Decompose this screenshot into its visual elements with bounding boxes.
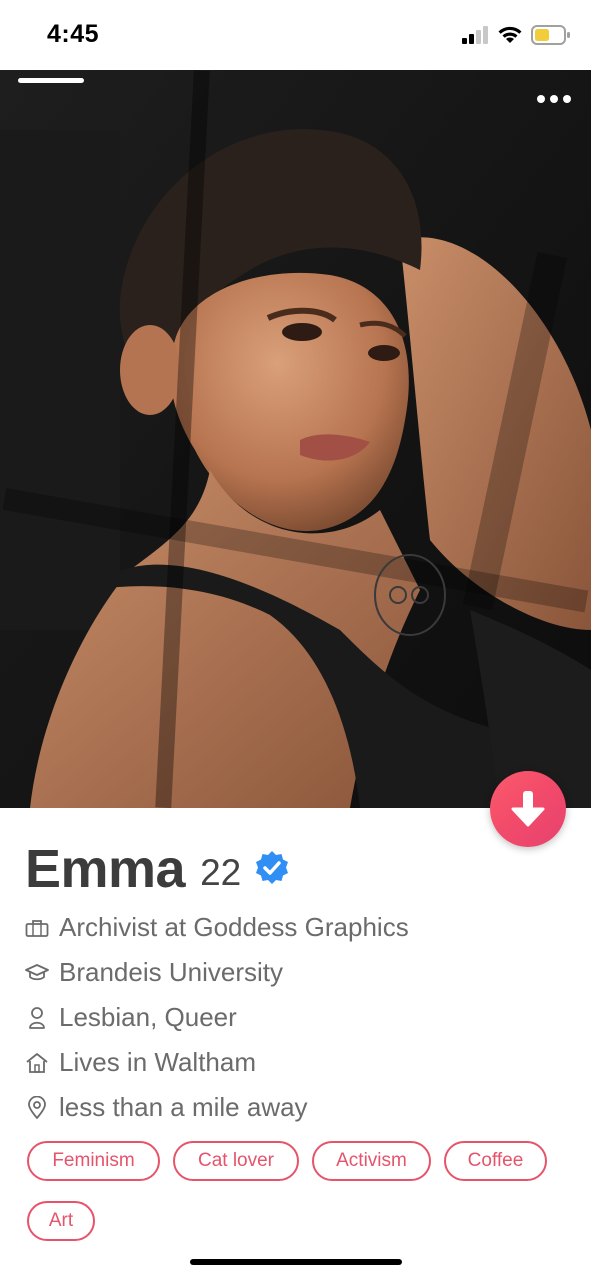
- school-row: Brandeis University: [25, 957, 283, 988]
- home-indicator[interactable]: [190, 1259, 402, 1265]
- distance-text: less than a mile away: [59, 1092, 308, 1122]
- profile-photo-image: [0, 70, 591, 808]
- collapse-profile-button[interactable]: [490, 771, 566, 847]
- cellular-signal-icon: [462, 26, 488, 44]
- more-dot-icon: [537, 95, 545, 103]
- residence-text: Lives in Waltham: [59, 1047, 256, 1077]
- residence-row: Lives in Waltham: [25, 1047, 256, 1078]
- profile-age: 22: [200, 852, 242, 893]
- job-text: Archivist at Goddess Graphics: [59, 912, 409, 942]
- location-pin-icon: [25, 1095, 49, 1120]
- wifi-icon: [498, 26, 522, 43]
- distance-row: less than a mile away: [25, 1092, 308, 1123]
- profile-header: Emma 22: [25, 838, 290, 900]
- photo-progress-bar: [18, 78, 84, 83]
- graduation-cap-icon: [25, 961, 49, 985]
- orientation-text: Lesbian, Queer: [59, 1002, 237, 1032]
- arrow-down-icon: [511, 791, 545, 827]
- orientation-row: Lesbian, Queer: [25, 1002, 237, 1033]
- home-icon: [25, 1051, 49, 1075]
- passion-chip[interactable]: Activism: [312, 1141, 431, 1181]
- more-dot-icon: [563, 95, 571, 103]
- passion-chip[interactable]: Coffee: [444, 1141, 547, 1181]
- battery-icon: [531, 25, 570, 45]
- more-dot-icon: [550, 95, 558, 103]
- profile-name: Emma: [25, 839, 186, 899]
- status-bar: 4:45: [0, 0, 591, 70]
- verified-badge-icon: [256, 851, 289, 884]
- job-row: Archivist at Goddess Graphics: [25, 912, 409, 943]
- profile-photo[interactable]: [0, 70, 591, 808]
- briefcase-icon: [25, 916, 49, 940]
- passion-chip[interactable]: Feminism: [27, 1141, 160, 1181]
- passion-chip[interactable]: Art: [27, 1201, 95, 1241]
- person-icon: [25, 1006, 49, 1030]
- more-options-button[interactable]: [532, 90, 576, 108]
- passion-chip[interactable]: Cat lover: [173, 1141, 299, 1181]
- school-text: Brandeis University: [59, 957, 283, 987]
- status-time: 4:45: [47, 20, 100, 48]
